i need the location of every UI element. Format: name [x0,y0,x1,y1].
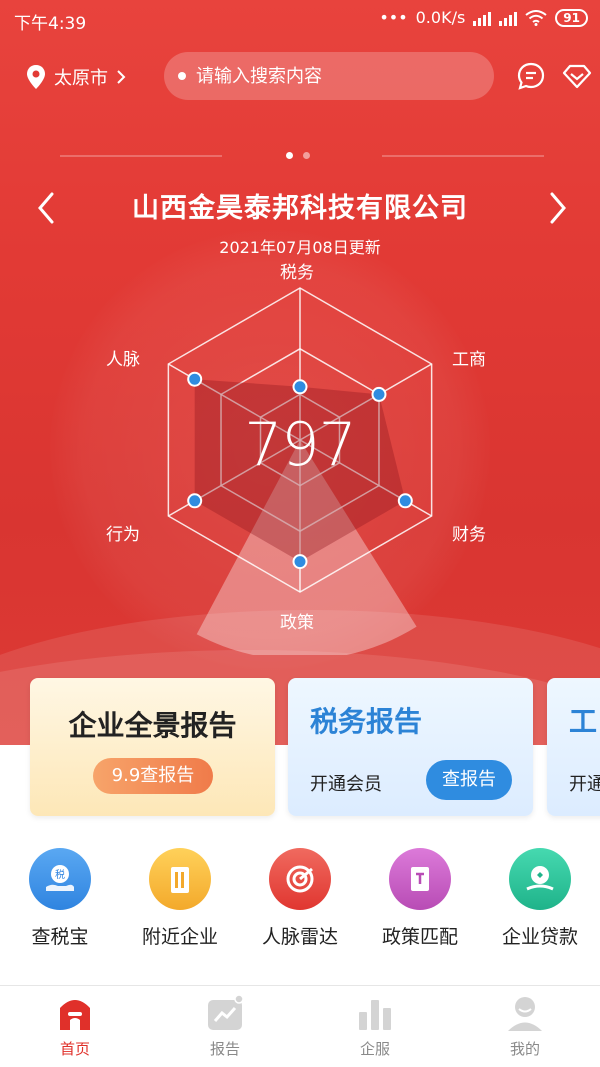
tab-label: 报告 [209,1040,240,1058]
radar-label-tax: 税务 [280,263,314,283]
card-title: 工 [569,705,598,738]
feature-network-radar[interactable]: 人脉雷达 [240,848,360,958]
divider-line [60,155,222,157]
feature-label: 查税宝 [31,926,89,948]
search-header: 太原市 [0,52,600,102]
loan-icon [509,848,571,910]
status-indicators: ••• 0.0K/s 91 [379,8,588,27]
radar-data-point [292,379,308,395]
carousel-dot[interactable] [303,152,310,159]
hero-banner: 下午4:39 ••• 0.0K/s 91 太原市 山西金昊泰邦科技有限公司 2 [0,0,600,745]
feature-tax-lookup[interactable]: 税 查税宝 [0,848,120,958]
tab-label: 首页 [59,1040,90,1058]
search-input[interactable] [196,65,476,87]
divider-line [382,155,544,157]
tab-label: 企服 [359,1040,390,1058]
feature-grid: 税 查税宝 附近企业 人脉雷达 政策匹配 企业贷款 [0,848,600,958]
signal-hd-icon [473,10,492,26]
full-report-card[interactable]: 企业全景报告 9.9查报告 [30,678,275,816]
check-report-button[interactable]: 9.9查报告 [93,758,213,794]
card-title: 企业全景报告 [68,709,237,742]
radar-label-business: 工商 [452,350,486,370]
radar-label-finance: 财务 [452,525,486,545]
message-icon[interactable] [516,61,546,91]
radar-data-point [371,386,387,402]
search-dot-icon [178,72,186,80]
card-subtitle: 开通 [569,774,600,795]
radar-data-point [187,371,203,387]
status-time: 下午4:39 [14,14,87,34]
service-icon [359,1000,391,1030]
location-selector[interactable]: 太原市 [26,64,126,90]
card-title: 税务报告 [310,705,423,738]
network-speed: 0.0K/s [415,8,466,27]
tab-home[interactable]: 首页 [0,986,150,1067]
radar-label-policy: 政策 [280,613,314,633]
profile-icon [508,997,542,1031]
radar-data-point [292,554,308,570]
credit-score: 797 [244,410,357,480]
company-name: 山西金昊泰邦科技有限公司 [132,193,468,224]
carousel-indicator [286,152,310,159]
tax-report-card[interactable]: 税务报告 开通会员 查报告 [288,678,533,816]
report-cards: 企业全景报告 9.9查报告 税务报告 开通会员 查报告 工 开通 [0,678,600,818]
wifi-icon [525,9,547,26]
diamond-icon[interactable] [562,61,592,91]
battery-indicator: 91 [555,8,588,27]
check-report-button[interactable]: 查报告 [426,760,512,800]
feature-label: 附近企业 [141,926,218,948]
radar-data-point [187,493,203,509]
tab-profile[interactable]: 我的 [450,986,600,1067]
tab-service[interactable]: 企服 [300,986,450,1067]
chevron-right-icon [117,70,126,84]
feature-policy-match[interactable]: 政策匹配 [360,848,480,958]
tab-report[interactable]: 报告 [150,986,300,1067]
card-subtitle: 开通会员 [310,774,382,795]
feature-business-loan[interactable]: 企业贷款 [480,848,600,958]
radar-label-behavior: 行为 [106,525,140,545]
search-bar[interactable] [164,52,494,100]
tab-label: 我的 [509,1040,540,1058]
location-pin-icon [27,65,45,89]
radar-icon [269,848,331,910]
tax-icon: 税 [29,848,91,910]
more-dots-icon: ••• [379,8,408,27]
carousel-dot[interactable] [286,152,293,159]
location-city: 太原市 [54,68,108,89]
report-icon [208,994,244,1030]
building-icon [149,848,211,910]
status-bar: 下午4:39 ••• 0.0K/s 91 [0,0,600,40]
radar-data-point [397,493,413,509]
radar-label-network: 人脉 [106,350,140,370]
signal-icon [499,10,518,26]
policy-book-icon [389,848,451,910]
business-report-card[interactable]: 工 开通 [547,678,600,816]
feature-nearby-companies[interactable]: 附近企业 [120,848,240,958]
feature-label: 企业贷款 [501,926,578,948]
bottom-tab-bar: 首页 报告 企服 我的 [0,986,600,1067]
svg-text:税: 税 [55,868,65,881]
home-icon [60,1000,90,1030]
feature-label: 人脉雷达 [261,926,338,948]
feature-label: 政策匹配 [381,926,458,948]
